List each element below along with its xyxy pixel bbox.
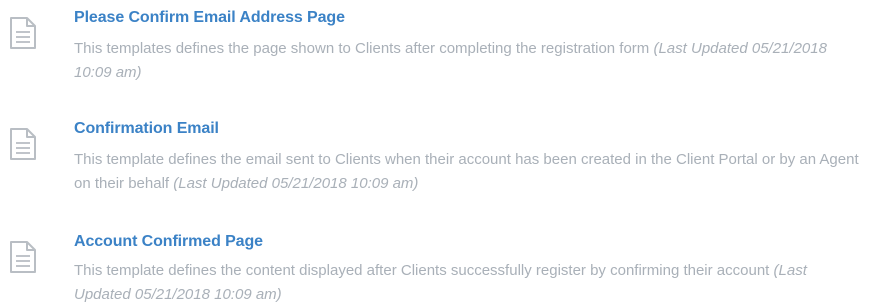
- template-description-text: This template defines the content displa…: [74, 262, 770, 279]
- template-description: This template defines the email sent to …: [74, 148, 866, 196]
- template-description: This template defines the content displa…: [74, 259, 866, 307]
- template-description-text: This templates defines the page shown to…: [74, 40, 650, 57]
- template-title-link[interactable]: Please Confirm Email Address Page: [74, 9, 345, 27]
- template-title-link[interactable]: Account Confirmed Page: [74, 233, 263, 251]
- document-icon: [8, 240, 38, 274]
- template-last-updated: (Last Updated 05/21/2018 10:09 am): [173, 175, 419, 192]
- document-icon: [8, 127, 38, 161]
- template-description: This templates defines the page shown to…: [74, 37, 866, 85]
- document-icon: [8, 16, 38, 50]
- template-title-link[interactable]: Confirmation Email: [74, 120, 219, 138]
